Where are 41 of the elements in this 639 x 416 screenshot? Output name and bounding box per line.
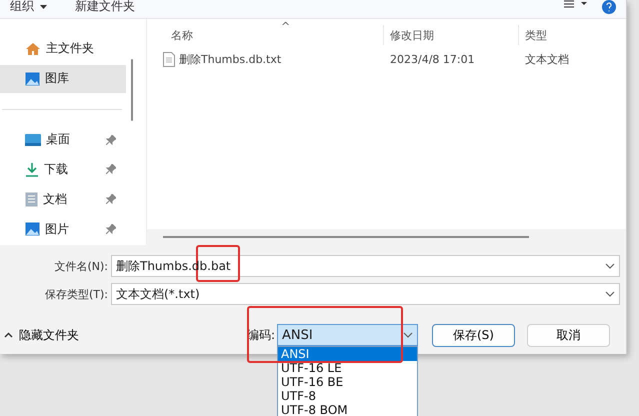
house-icon bbox=[25, 42, 41, 56]
download-icon bbox=[25, 162, 39, 177]
nav-item[interactable]: 下载 bbox=[0, 155, 126, 184]
caret-icon bbox=[40, 4, 47, 8]
save-type-dropdown[interactable]: 文本文档(*.txt) bbox=[111, 283, 620, 305]
dropdown-chevron-icon bbox=[403, 332, 413, 338]
scrollbar-thumb[interactable] bbox=[163, 236, 529, 238]
pin-icon[interactable] bbox=[106, 134, 116, 145]
date-cell-text: 2023/4/8 17:01 bbox=[389, 52, 476, 66]
column-header[interactable]: 类型 bbox=[518, 25, 618, 45]
organize-menu[interactable]: 组织 bbox=[10, 0, 47, 13]
desktop-icon bbox=[25, 134, 41, 146]
nav-item[interactable]: 桌面 bbox=[0, 126, 126, 154]
cancel-button[interactable]: 取消 bbox=[527, 324, 610, 346]
scrollbar-thumb[interactable] bbox=[131, 59, 133, 121]
picture-icon bbox=[25, 72, 40, 86]
dropdown-chevron-icon bbox=[605, 263, 615, 269]
hide-folders-button[interactable]: 隐藏文件夹 bbox=[4, 326, 79, 344]
help-icon[interactable] bbox=[602, 0, 616, 14]
picture-icon bbox=[25, 222, 40, 236]
save-button[interactable]: 保存(S) bbox=[432, 324, 515, 346]
nav-item[interactable]: 图片 bbox=[0, 215, 126, 243]
file-name-label: 文件名(N): bbox=[53, 258, 109, 274]
type-cell-text: 文本文档 bbox=[524, 52, 570, 66]
save-type-label: 保存类型(T): bbox=[44, 286, 109, 302]
pin-icon[interactable] bbox=[106, 164, 116, 174]
text-file-icon bbox=[163, 52, 175, 66]
dropdown-chevron-icon bbox=[605, 291, 615, 297]
file-name-cell[interactable]: 删除Thumbs.db.txt bbox=[147, 52, 383, 66]
encoding-dropdown[interactable]: ANSI bbox=[277, 324, 418, 346]
nav-item[interactable]: 图库 bbox=[0, 64, 126, 93]
view-menu-icon[interactable] bbox=[564, 0, 588, 10]
nav-item[interactable]: 主文件夹 bbox=[0, 35, 126, 63]
pin-icon[interactable] bbox=[106, 194, 116, 204]
new-folder-button[interactable]: 新建文件夹 bbox=[75, 0, 135, 13]
column-header[interactable]: 修改日期 bbox=[383, 25, 518, 45]
pin-icon[interactable] bbox=[106, 224, 116, 234]
encoding-option[interactable]: ANSI bbox=[278, 347, 417, 361]
nav-item[interactable]: 文档 bbox=[0, 185, 126, 214]
document-icon bbox=[25, 192, 38, 207]
chevron-up-icon bbox=[4, 332, 13, 338]
